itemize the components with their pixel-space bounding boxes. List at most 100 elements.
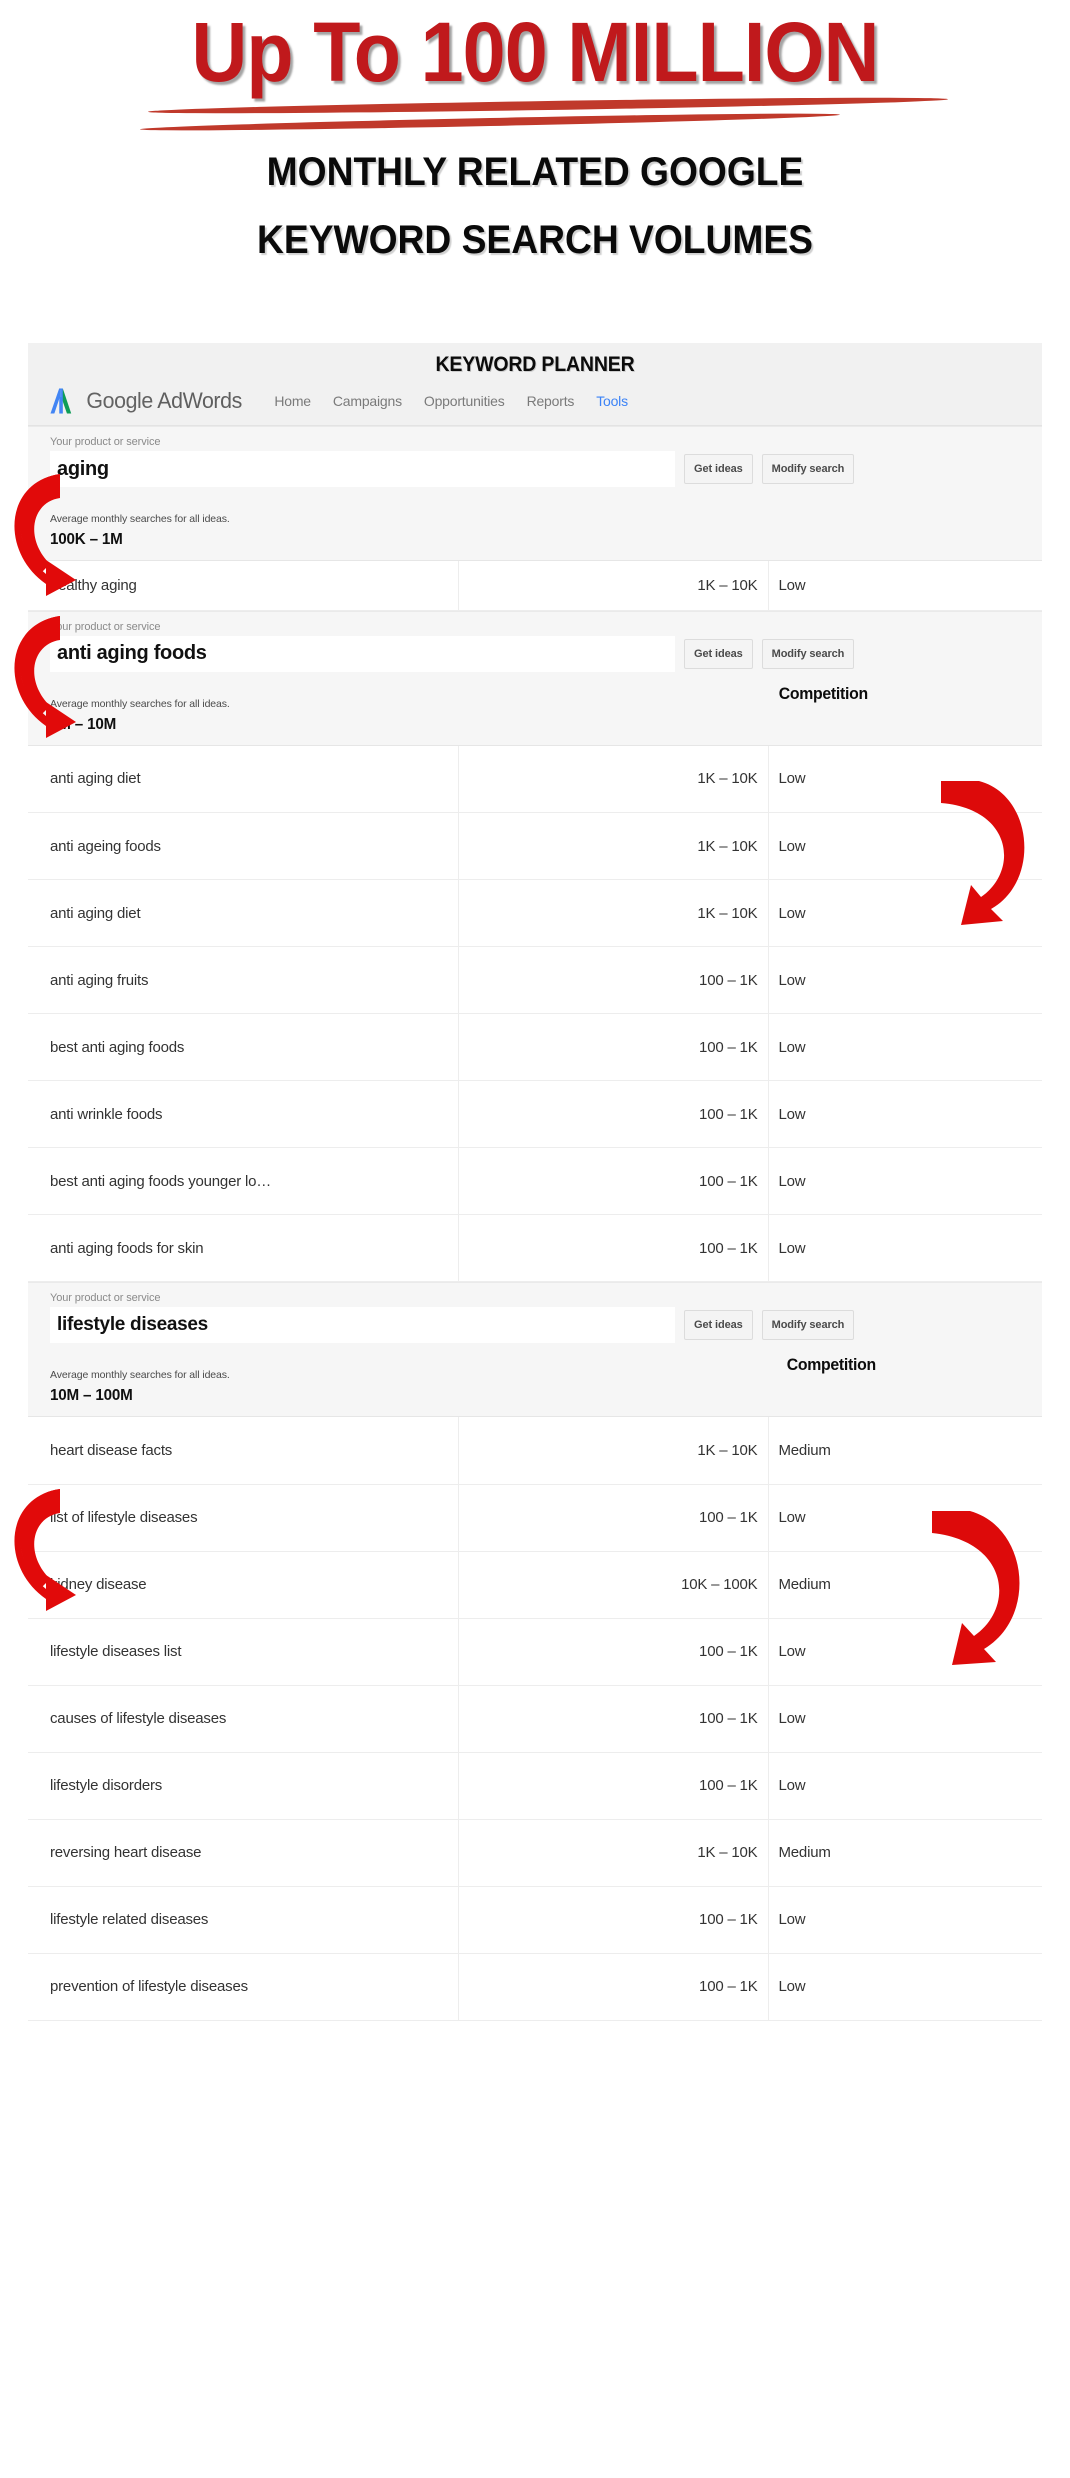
row-competition: Low <box>778 1777 806 1794</box>
row-volume: 1K – 10K <box>457 812 769 880</box>
row-competition: Low <box>778 1038 806 1056</box>
table-row[interactable]: best anti aging foods 100 – 1K Low <box>28 1013 1042 1081</box>
adwords-navbar: Google AdWords Home Campaigns Opportunit… <box>28 383 1042 425</box>
panel-header: KEYWORD PLANNER Google AdWords Home Camp… <box>28 343 1042 426</box>
avg-searches-1: Average monthly searches for all ideas. … <box>28 487 1042 560</box>
row-competition: Medium <box>778 1844 831 1861</box>
search-row-2: anti aging foods Get ideas Modify search <box>28 635 1042 672</box>
row-competition: Low <box>778 904 806 922</box>
row-competition: Low <box>778 1710 806 1727</box>
hero-underline-brushstrokes <box>0 94 1070 134</box>
row-volume: 1K – 10K <box>457 1417 769 1484</box>
competition-annotation-2: Competition <box>778 683 868 703</box>
search-input-1[interactable]: aging <box>50 451 675 487</box>
avg-searches-label-3: Average monthly searches for all ideas. <box>50 1369 230 1381</box>
navbar-links: Home Campaigns Opportunities Reports Too… <box>274 393 628 409</box>
table-row[interactable]: anti aging diet 1K – 10K Low <box>28 745 1042 813</box>
search-section-1: Your product or service aging Get ideas … <box>28 426 1042 611</box>
table-row[interactable]: lifestyle disorders 100 – 1K Low <box>28 1752 1042 1819</box>
search-label-1: Your product or service <box>50 436 161 448</box>
row-competition: Low <box>778 770 806 788</box>
brand-google-text: Google <box>86 388 153 413</box>
table-row[interactable]: anti aging foods for skin 100 – 1K Low <box>28 1214 1042 1282</box>
brand-label: Google AdWords <box>86 388 242 414</box>
get-ideas-button-2[interactable]: Get ideas <box>684 638 753 669</box>
table-row[interactable]: lifestyle diseases list 100 – 1K Low <box>28 1618 1042 1685</box>
modify-search-button-1[interactable]: Modify search <box>761 454 855 484</box>
row-competition: Low <box>778 1172 806 1190</box>
search-block-1: Your product or service aging Get ideas … <box>28 426 1042 561</box>
table-row[interactable]: lifestyle related diseases 100 – 1K Low <box>28 1886 1042 1953</box>
row-volume: 1K – 10K <box>457 745 769 813</box>
table-row[interactable]: anti aging fruits 100 – 1K Low <box>28 946 1042 1014</box>
row-competition: Low <box>778 1911 806 1928</box>
row-keyword: prevention of lifestyle diseases <box>50 1978 248 1995</box>
table-row[interactable]: heart disease facts 1K – 10K Medium <box>28 1417 1042 1484</box>
avg-searches-value-2: 1M – 10M <box>50 715 117 733</box>
row-volume: 100 – 1K <box>457 1147 769 1215</box>
search-section-2: Your product or service anti aging foods… <box>28 610 1042 1282</box>
nav-item-tools[interactable]: Tools <box>596 393 628 409</box>
search-input-3[interactable]: lifestyle diseases <box>50 1307 675 1343</box>
row-keyword: anti ageing foods <box>50 837 161 855</box>
row-volume: 1K – 10K <box>457 561 769 610</box>
avg-searches-label-1: Average monthly searches for all ideas. <box>50 513 230 525</box>
table-row[interactable]: prevention of lifestyle diseases 100 – 1… <box>28 1953 1042 2020</box>
search-label-3: Your product or service <box>50 1292 161 1304</box>
row-volume: 10K – 100K <box>457 1551 769 1618</box>
row-keyword: kidney disease <box>50 1576 147 1593</box>
row-volume: 100 – 1K <box>457 1752 769 1819</box>
row-volume: 100 – 1K <box>457 946 769 1014</box>
modify-search-button-2[interactable]: Modify search <box>761 638 855 669</box>
table-row[interactable]: kidney disease 10K – 100K Medium <box>28 1551 1042 1618</box>
hero-subtitle-line-2: KEYWORD SEARCH VOLUMES <box>257 218 813 262</box>
get-ideas-button-1[interactable]: Get ideas <box>684 454 753 484</box>
row-volume: 100 – 1K <box>457 1685 769 1752</box>
table-row[interactable]: best anti aging foods younger lo… 100 – … <box>28 1147 1042 1215</box>
adwords-a-logo-icon <box>50 387 77 415</box>
adwords-brand[interactable]: Google AdWords <box>50 387 244 415</box>
row-competition: Medium <box>778 1441 831 1459</box>
row-competition: Low <box>778 1643 806 1660</box>
table-row[interactable]: healthy aging 1K – 10K Low <box>28 561 1042 610</box>
row-competition: Low <box>778 1978 806 1995</box>
table-row[interactable]: anti wrinkle foods 100 – 1K Low <box>28 1080 1042 1148</box>
table-row[interactable]: causes of lifestyle diseases 100 – 1K Lo… <box>28 1685 1042 1752</box>
page-title: KEYWORD PLANNER <box>435 353 635 376</box>
table-row[interactable]: list of lifestyle diseases 100 – 1K Low <box>28 1484 1042 1551</box>
row-competition: Low <box>778 1509 806 1526</box>
nav-item-reports[interactable]: Reports <box>527 393 575 409</box>
row-competition: Low <box>778 576 806 594</box>
avg-searches-value-1: 100K – 1M <box>50 531 123 548</box>
hero-subtitle-line-1: MONTHLY RELATED GOOGLE <box>266 150 804 194</box>
row-volume: 100 – 1K <box>457 1618 769 1685</box>
hero-banner: Up To 100 MILLION MONTHLY RELATED GOOGLE… <box>0 0 1070 264</box>
search-section-3: Your product or service lifestyle diseas… <box>28 1282 1042 2021</box>
avg-searches-value-3: 10M – 100M <box>50 1387 133 1404</box>
competition-annotation-3: Competition <box>786 1355 876 1374</box>
row-volume: 100 – 1K <box>457 1484 769 1551</box>
table-row[interactable]: anti aging diet 1K – 10K Low <box>28 879 1042 947</box>
hero-title: Up To 100 MILLION <box>191 5 879 99</box>
table-row[interactable]: anti ageing foods 1K – 10K Low <box>28 812 1042 880</box>
row-competition: Low <box>778 1105 806 1123</box>
row-competition: Low <box>778 1239 806 1257</box>
search-input-2[interactable]: anti aging foods <box>50 635 675 672</box>
nav-item-campaigns[interactable]: Campaigns <box>333 393 402 409</box>
row-keyword: anti aging foods for skin <box>50 1239 204 1257</box>
row-keyword: lifestyle related diseases <box>50 1911 209 1928</box>
table-row[interactable]: reversing heart disease 1K – 10K Medium <box>28 1819 1042 1886</box>
get-ideas-button-3[interactable]: Get ideas <box>684 1310 753 1340</box>
row-competition: Low <box>778 971 806 989</box>
row-keyword: list of lifestyle diseases <box>50 1509 198 1526</box>
row-keyword: best anti aging foods <box>50 1038 185 1056</box>
underline-stroke-bottom <box>139 110 841 134</box>
modify-search-button-3[interactable]: Modify search <box>761 1310 855 1340</box>
row-keyword: lifestyle diseases list <box>50 1643 182 1660</box>
nav-item-opportunities[interactable]: Opportunities <box>424 393 505 409</box>
row-competition: Low <box>778 837 806 855</box>
row-keyword: healthy aging <box>50 576 137 594</box>
row-keyword: anti aging diet <box>50 904 141 922</box>
nav-item-home[interactable]: Home <box>274 393 311 409</box>
avg-searches-2: Average monthly searches for all ideas. … <box>28 672 1042 745</box>
